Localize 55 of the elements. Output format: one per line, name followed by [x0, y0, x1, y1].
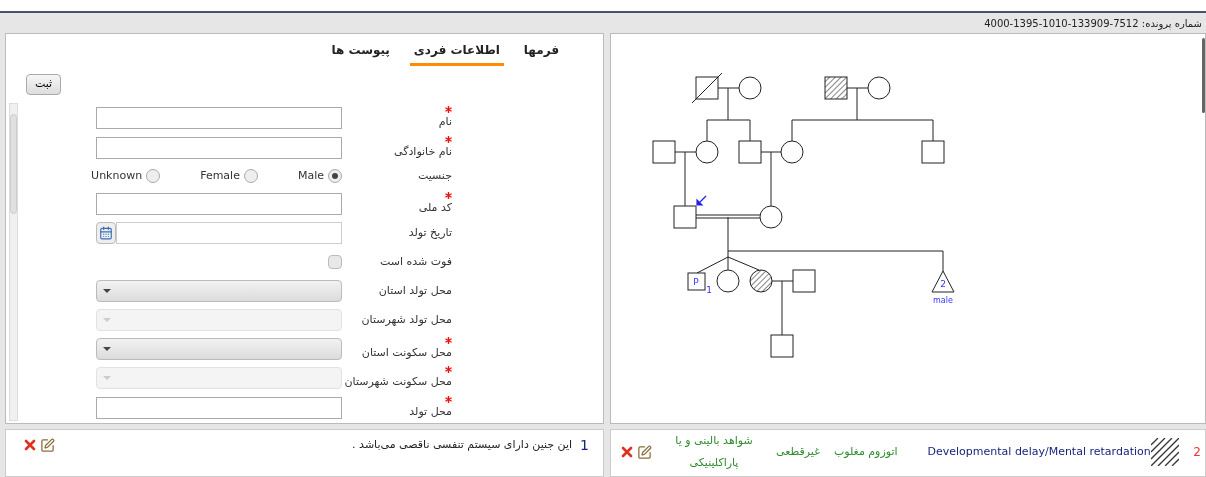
- pregnancy-count: 2: [940, 279, 946, 289]
- field-label: تاریخ تولد: [408, 224, 452, 241]
- radio-button[interactable]: [328, 168, 342, 183]
- tab[interactable]: پیوست ها: [327, 36, 394, 66]
- text-field[interactable]: [96, 106, 342, 129]
- radio-button[interactable]: [146, 168, 161, 183]
- field-label: نام خانوادگی: [394, 143, 452, 160]
- disorder-name: Developmental delay/Mental retardation: [927, 443, 1151, 460]
- evidence-text: شواهد بالینی و یا پاراکلینیکی: [674, 433, 754, 471]
- delete-icon[interactable]: [22, 437, 38, 453]
- proband-label: P: [693, 277, 699, 287]
- calendar-button[interactable]: [96, 221, 116, 244]
- pregnancy-sex: male: [933, 296, 953, 305]
- dropdown[interactable]: [96, 280, 342, 303]
- edit-icon[interactable]: [40, 437, 55, 453]
- dropdown[interactable]: [96, 338, 342, 361]
- date-field[interactable]: [116, 221, 342, 244]
- tab[interactable]: فرمها: [519, 36, 563, 66]
- hatch-pattern-icon: [1151, 438, 1180, 466]
- inheritance-text: اتوزوم مغلوب: [833, 443, 898, 460]
- field-label: فوت شده است: [379, 253, 452, 270]
- radio-label: Unknown: [91, 167, 143, 184]
- field-label: جنسیت: [417, 167, 452, 184]
- tab[interactable]: اطلاعات فردی: [409, 36, 504, 66]
- file-number: شماره پرونده: 7512-133909-1010-1395-4000: [984, 16, 1202, 31]
- note-text: این جنین دارای سیستم تنفسی ناقصی می‌باشد .: [352, 436, 573, 453]
- text-field[interactable]: [96, 136, 342, 159]
- field-label: محل سکونت استان: [361, 345, 452, 361]
- field-label: محل تولد: [409, 403, 452, 420]
- calendar-icon: [99, 225, 113, 240]
- submit-button[interactable]: ثبت: [26, 73, 62, 95]
- scrollbar[interactable]: [1202, 38, 1205, 113]
- caret-icon: [103, 289, 111, 294]
- certainty-text: غیرقطعی: [776, 443, 820, 460]
- field-label: محل سکونت شهرستان: [344, 374, 452, 390]
- field-label: محل تولد استان: [378, 283, 452, 299]
- field-label: کد ملی: [418, 199, 452, 216]
- caret-icon: [103, 347, 111, 352]
- radio-label: Female: [200, 167, 240, 184]
- caret-icon: [103, 376, 111, 381]
- field-label: محل تولد شهرستان: [361, 312, 452, 328]
- delete-icon[interactable]: [619, 444, 635, 460]
- proband-arrow-icon: [696, 195, 707, 206]
- checkbox[interactable]: [328, 254, 342, 269]
- radio-button[interactable]: [243, 168, 258, 183]
- caret-icon: [103, 318, 111, 323]
- text-field[interactable]: [96, 396, 342, 419]
- field-label: نام: [438, 113, 452, 130]
- radio-label: Male: [297, 167, 324, 184]
- disorder-number: 2: [1193, 444, 1201, 461]
- note-number: 1: [580, 435, 589, 455]
- proband-number: 1: [706, 285, 712, 295]
- text-field[interactable]: [96, 192, 342, 215]
- edit-icon[interactable]: [637, 444, 652, 460]
- scrollbar[interactable]: [9, 102, 18, 421]
